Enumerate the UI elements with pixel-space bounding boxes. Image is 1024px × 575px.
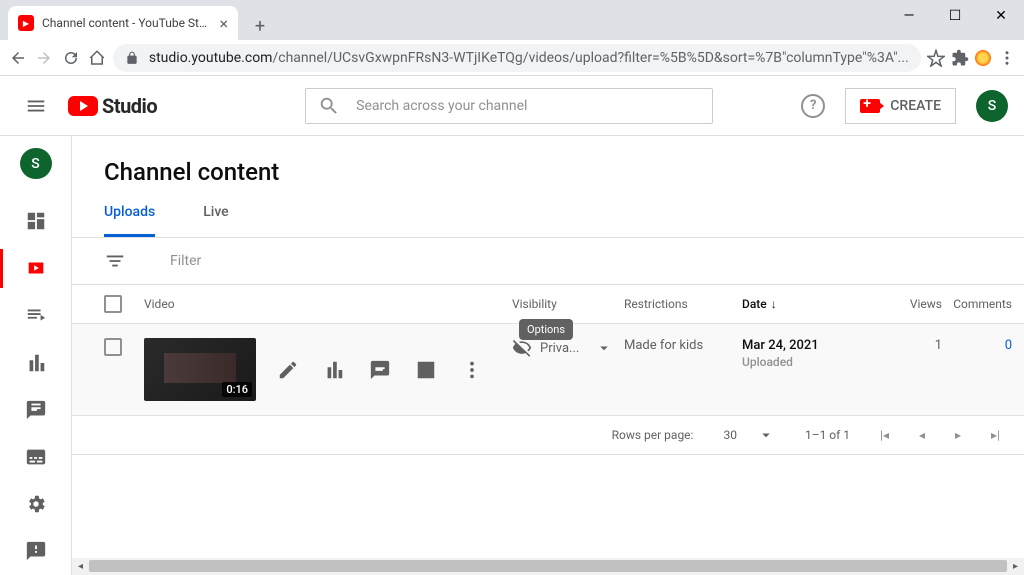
studio-logo[interactable]: Studio (68, 94, 157, 118)
pagination: Rows per page: 30 1–1 of 1 |◂ ◂ ▸ ▸| (72, 416, 1024, 455)
sidebar: S (0, 136, 72, 575)
hamburger-menu-icon[interactable] (16, 86, 56, 126)
row-actions (276, 358, 484, 382)
horizontal-scrollbar[interactable]: ◂ ▸ (72, 558, 1024, 575)
extensions-icon[interactable] (951, 46, 969, 70)
browser-tab-strip: Channel content - YouTube Studi × + — ☐ … (0, 0, 1024, 40)
channel-avatar[interactable]: S (20, 148, 52, 179)
sidebar-dashboard[interactable] (0, 197, 72, 244)
page-range: 1–1 of 1 (805, 428, 850, 442)
date-text: Mar 24, 2021 (742, 338, 872, 353)
sidebar-subtitles[interactable] (0, 433, 72, 480)
window-controls: — ☐ ✕ (886, 0, 1024, 32)
search-input[interactable]: Search across your channel (305, 88, 713, 124)
scroll-left-arrow[interactable]: ◂ (72, 558, 89, 575)
date-status: Uploaded (742, 355, 872, 369)
youtube-icon[interactable] (414, 358, 438, 382)
filter-label: Filter (170, 253, 201, 269)
scroll-right-arrow[interactable]: ▸ (1007, 558, 1024, 575)
logo-text: Studio (102, 94, 157, 118)
sidebar-settings[interactable] (0, 481, 72, 528)
sidebar-comments[interactable] (0, 386, 72, 433)
tab-uploads[interactable]: Uploads (104, 204, 155, 237)
header-views[interactable]: Views (872, 297, 942, 311)
back-button[interactable] (8, 44, 28, 72)
options-icon[interactable] (460, 358, 484, 382)
options-tooltip: Options (519, 319, 573, 340)
dropdown-icon[interactable] (595, 339, 613, 357)
next-page-button[interactable]: ▸ (955, 428, 961, 442)
close-window-button[interactable]: ✕ (978, 0, 1024, 32)
browser-toolbar: studio.youtube.com/channel/UCsvGxwpnFRsN… (0, 40, 1024, 76)
bookmark-star-icon[interactable] (927, 46, 945, 70)
video-thumbnail[interactable]: 0:16 (144, 338, 256, 401)
reload-button[interactable] (60, 44, 80, 72)
header-comments[interactable]: Comments (942, 297, 1012, 311)
search-placeholder: Search across your channel (356, 98, 527, 114)
help-icon[interactable]: ? (801, 94, 825, 118)
maximize-button[interactable]: ☐ (932, 0, 978, 32)
sort-down-icon: ↓ (771, 297, 777, 311)
page-title: Channel content (72, 136, 1024, 204)
sidebar-content[interactable] (0, 245, 72, 292)
create-icon (860, 99, 880, 113)
select-all-checkbox[interactable] (104, 295, 122, 313)
youtube-icon (68, 96, 98, 116)
tab-title: Channel content - YouTube Studi (42, 16, 211, 30)
header-restrictions[interactable]: Restrictions (624, 297, 742, 311)
header-visibility[interactable]: Visibility (512, 297, 624, 311)
url-text: studio.youtube.com/channel/UCsvGxwpnFRsN… (149, 50, 909, 66)
scroll-thumb[interactable] (89, 560, 1007, 572)
video-duration: 0:16 (222, 382, 252, 397)
minimize-button[interactable]: — (886, 0, 932, 32)
youtube-favicon (18, 15, 34, 31)
browser-tab[interactable]: Channel content - YouTube Studi × (8, 6, 238, 40)
restrictions-text: Made for kids (624, 338, 742, 353)
prev-page-button[interactable]: ◂ (919, 428, 925, 442)
sidebar-feedback[interactable] (0, 528, 72, 575)
sidebar-playlists[interactable] (0, 292, 72, 339)
browser-menu-icon[interactable] (998, 46, 1016, 70)
header-date[interactable]: Date↓ (742, 297, 872, 311)
analytics-icon[interactable] (322, 358, 346, 382)
content-area: Channel content Uploads Live Filter Vide… (72, 136, 1024, 575)
row-checkbox[interactable] (104, 338, 122, 356)
dropdown-icon (757, 426, 775, 444)
header-video[interactable]: Video (144, 297, 512, 311)
content-tabs: Uploads Live (72, 204, 1024, 238)
extension-custom-icon[interactable] (975, 46, 992, 70)
views-value: 1 (872, 338, 942, 353)
search-icon (318, 95, 340, 117)
last-page-button[interactable]: ▸| (991, 428, 1000, 442)
new-tab-button[interactable]: + (246, 12, 274, 40)
create-label: CREATE (890, 98, 941, 114)
app-header: Studio Search across your channel ? CREA… (0, 76, 1024, 136)
visibility-private-icon (512, 338, 532, 358)
tab-live[interactable]: Live (203, 204, 228, 237)
filter-icon (104, 250, 126, 272)
first-page-button[interactable]: |◂ (880, 428, 889, 442)
rows-per-page-label: Rows per page: (612, 428, 694, 442)
forward-button[interactable] (34, 44, 54, 72)
account-avatar[interactable]: S (976, 90, 1008, 122)
filter-bar[interactable]: Filter (72, 238, 1024, 285)
comments-icon[interactable] (368, 358, 392, 382)
tab-close-button[interactable]: × (219, 14, 228, 33)
comments-value[interactable]: 0 (942, 338, 1012, 353)
edit-icon[interactable] (276, 358, 300, 382)
visibility-text: Priva... (540, 341, 579, 356)
home-button[interactable] (87, 44, 107, 72)
create-button[interactable]: CREATE (845, 88, 956, 124)
sidebar-analytics[interactable] (0, 339, 72, 386)
address-bar[interactable]: studio.youtube.com/channel/UCsvGxwpnFRsN… (113, 44, 921, 72)
lock-icon (125, 51, 139, 65)
rows-per-page-select[interactable]: 30 (723, 426, 775, 444)
